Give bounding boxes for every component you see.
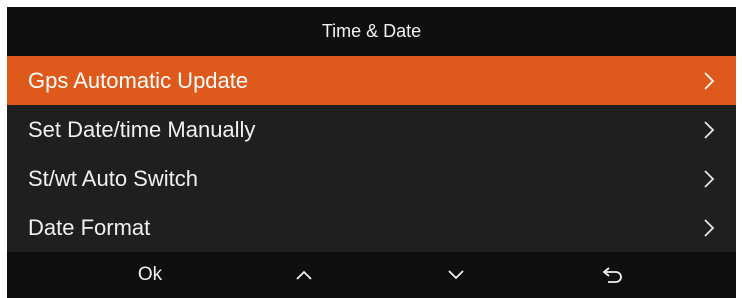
up-button[interactable] [264, 252, 344, 298]
chevron-right-icon [700, 168, 718, 190]
menu-item-label: St/wt Auto Switch [28, 165, 198, 191]
settings-screen: Time & Date Gps Automatic Update Set Dat… [7, 7, 736, 298]
menu-item-st-wt-auto-switch[interactable]: St/wt Auto Switch [7, 154, 736, 203]
chevron-down-icon [447, 269, 465, 281]
page-title: Time & Date [321, 21, 422, 41]
back-arrow-icon [602, 266, 624, 284]
back-button[interactable] [573, 252, 653, 298]
chevron-right-icon [700, 70, 718, 92]
settings-menu: Gps Automatic Update Set Date/time Manua… [7, 56, 736, 252]
chevron-right-icon [700, 119, 718, 141]
ok-button-label: Ok [137, 264, 163, 285]
menu-item-set-date-time-manually[interactable]: Set Date/time Manually [7, 105, 736, 154]
ok-button[interactable]: Ok [110, 252, 190, 298]
down-button[interactable] [416, 252, 496, 298]
button-bar: Ok [7, 252, 736, 298]
chevron-right-icon [700, 217, 718, 239]
menu-item-gps-automatic-update[interactable]: Gps Automatic Update [7, 56, 736, 105]
menu-item-date-format[interactable]: Date Format [7, 203, 736, 252]
chevron-up-icon [295, 269, 313, 281]
screen-header: Time & Date [7, 7, 736, 56]
menu-item-label: Gps Automatic Update [28, 67, 249, 93]
menu-item-label: Set Date/time Manually [28, 116, 256, 142]
menu-item-label: Date Format [28, 214, 151, 240]
